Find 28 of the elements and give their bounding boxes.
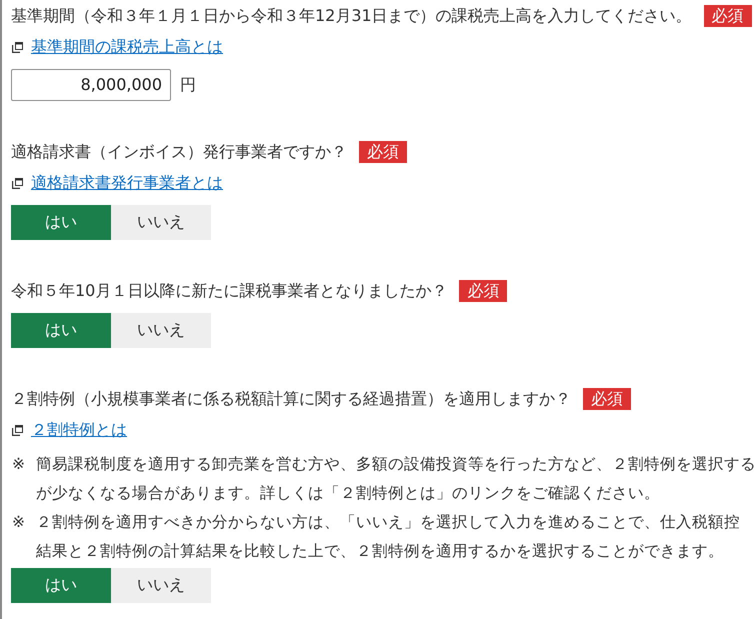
choice-button[interactable]: はい [11, 568, 111, 603]
note-mark: ※ [11, 512, 26, 533]
question-title: ２割特例（小規模事業者に係る税額計算に関する経過措置）を適用しますか？ [11, 388, 571, 410]
amount-input[interactable]: 8,000,000 [11, 69, 171, 101]
note-mark: ※ [11, 454, 26, 475]
required-badge: 必須 [583, 388, 631, 410]
choice-button[interactable]: いいえ [111, 313, 211, 348]
note-text: が少なくなる場合があります。詳しくは「２割特例とは」のリンクをご確認ください。 [36, 483, 660, 504]
note-text: 結果と２割特例の計算結果を比較した上で、２割特例を適用するかを選択することができます。 [36, 541, 724, 562]
choice-button[interactable]: はい [11, 205, 111, 240]
choice-button[interactable]: いいえ [111, 205, 211, 240]
new-window-icon [12, 178, 23, 188]
note-text: ２割特例を適用すべきか分からない方は、「いいえ」を選択して入力を進めることで、仕入税額控 [36, 512, 740, 533]
choice-button[interactable]: いいえ [111, 568, 211, 603]
required-badge: 必須 [704, 5, 752, 27]
question-title: 基準期間（令和３年１月１日から令和３年12月31日まで）の課税売上高を入力してください。 [11, 5, 692, 27]
new-window-icon [12, 42, 23, 52]
choice-button[interactable]: はい [11, 313, 111, 348]
unit-label: 円 [180, 74, 196, 96]
help-link[interactable]: ２割特例とは [31, 418, 127, 442]
new-window-icon [12, 424, 23, 436]
question-title: 令和５年10月１日以降に新たに課税事業者となりましたか？ [11, 280, 448, 302]
required-badge: 必須 [359, 141, 407, 163]
help-link[interactable]: 基準期間の課税売上高とは [31, 35, 223, 59]
required-badge: 必須 [459, 280, 508, 302]
help-link[interactable]: 適格請求書発行事業者とは [31, 171, 223, 195]
question-title: 適格請求書（インボイス）発行事業者ですか？ [11, 141, 347, 163]
note-text: 簡易課税制度を適用する卸売業を営む方や、多額の設備投資等を行った方など、２割特例を選択する [36, 454, 754, 475]
